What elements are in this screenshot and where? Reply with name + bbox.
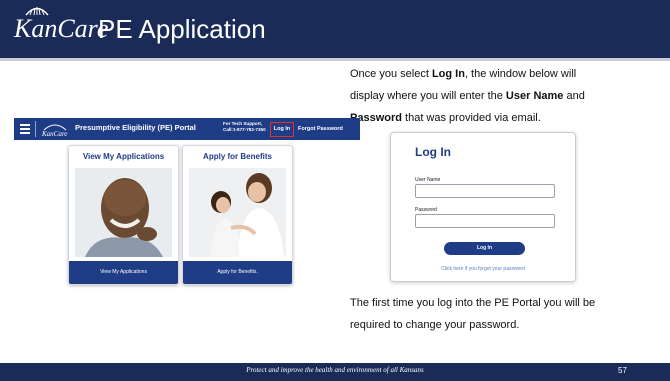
portal-title: Presumptive Eligibility (PE) Portal <box>75 123 196 132</box>
slide-header: KanCare PE Application <box>0 0 670 61</box>
forgot-password-link[interactable]: Click here if you forgot your password <box>391 266 575 272</box>
instruction-line-3: Password that was provided via email. <box>350 112 541 124</box>
slide-title: PE Application <box>98 14 266 44</box>
portal-forgot-password-link[interactable]: Forgot Password <box>298 126 343 132</box>
instruction-line-1: Once you select Log In, the window below… <box>350 68 577 80</box>
login-title: Log In <box>415 145 451 159</box>
menu-icon[interactable] <box>20 124 30 134</box>
page-number: 57 <box>618 366 627 375</box>
portal-login-link[interactable]: Log In <box>270 122 294 137</box>
tech-support-text: For Tech Support, Call:1-877-782-7350 <box>223 121 266 132</box>
kancare-mini-logo-icon: KanCare <box>41 124 67 137</box>
logo-text: KanCare <box>14 14 109 43</box>
svg-text:KanCare: KanCare <box>41 130 67 137</box>
footer-tagline: Protect and improve the health and envir… <box>246 366 424 374</box>
slide-footer: Protect and improve the health and envir… <box>0 363 670 381</box>
username-input[interactable] <box>415 184 555 198</box>
view-applications-button[interactable]: View My Applications <box>69 261 178 284</box>
first-login-note-line-1: The first time you log into the PE Porta… <box>350 297 596 309</box>
first-login-note-line-2: required to change your password. <box>350 319 520 331</box>
instruction-line-2: display where you will enter the User Na… <box>350 90 585 102</box>
card-view-applications: View My Applications View My Application… <box>68 145 179 285</box>
portal-navbar: KanCare Presumptive Eligibility (PE) Por… <box>14 118 360 140</box>
card-title: View My Applications <box>82 152 165 161</box>
logo-arc-icon <box>25 7 49 16</box>
username-label: User Name <box>415 177 441 183</box>
slide: KanCare PE Application Once you select L… <box>0 0 670 381</box>
smiling-man-photo <box>75 168 172 257</box>
password-label: Password <box>415 207 437 213</box>
navbar-divider <box>35 121 36 137</box>
card-title: Apply for Benefits <box>203 152 272 161</box>
login-button[interactable]: Log In <box>444 242 525 255</box>
password-input[interactable] <box>415 214 555 228</box>
login-dialog: Log In User Name Password Log In Click h… <box>390 132 576 282</box>
card-apply-benefits: Apply for Benefits Apply for Benefits. <box>182 145 293 285</box>
mother-child-photo <box>189 168 286 257</box>
apply-benefits-button[interactable]: Apply for Benefits. <box>183 261 292 284</box>
kancare-logo: KanCare <box>14 7 109 45</box>
